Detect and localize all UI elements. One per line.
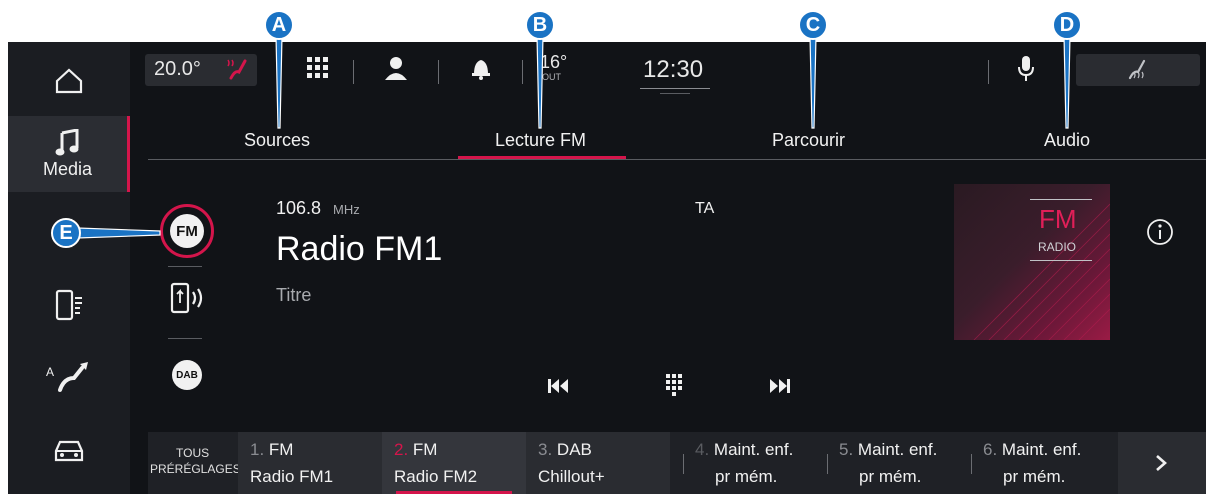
- callout-c: C: [798, 10, 828, 40]
- callout-e: E: [51, 218, 81, 248]
- callout-lines: [77, 35, 1071, 239]
- callout-b: B: [525, 10, 555, 40]
- callout-d: D: [1052, 10, 1082, 40]
- callout-a: A: [264, 10, 294, 40]
